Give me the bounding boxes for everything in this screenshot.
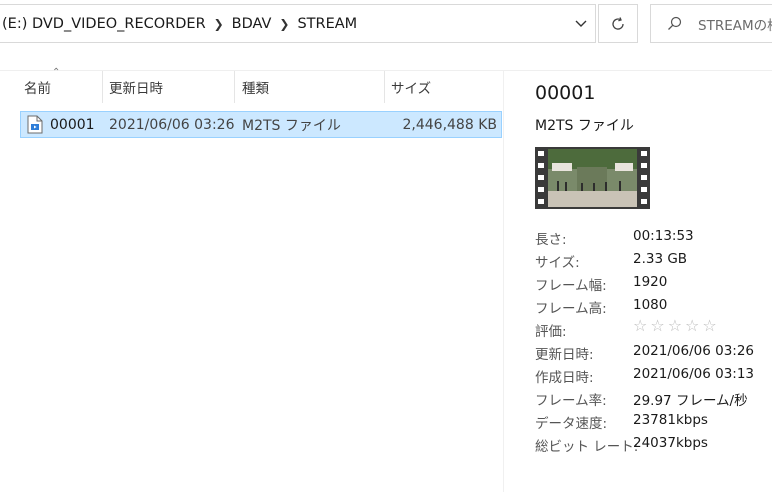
search-input[interactable]: STREAMの検: [650, 4, 772, 43]
video-file-icon: [27, 115, 43, 134]
file-date: 2021/06/06 03:26: [109, 116, 235, 133]
video-thumbnail: [535, 147, 650, 209]
property-label-created: 作成日時:: [535, 370, 594, 386]
property-label-length: 長さ:: [535, 232, 567, 248]
address-row: (E:) DVD_VIDEO_RECORDER ❯ BDAV ❯ STREAM …: [0, 0, 772, 46]
property-label-modified: 更新日時:: [535, 347, 594, 363]
breadcrumb-bdav[interactable]: BDAV: [232, 16, 272, 32]
search-placeholder: STREAMの検: [698, 17, 772, 34]
property-value-size: 2.33 GB: [633, 251, 688, 267]
address-history-dropdown[interactable]: [566, 4, 596, 43]
property-value-total-bitrate: 24037kbps: [633, 435, 708, 451]
file-size: 2,446,488 KB: [402, 116, 498, 133]
property-value-frame-height: 1080: [633, 297, 668, 313]
details-title: 00001: [535, 82, 596, 104]
column-header-name[interactable]: 名前: [24, 71, 102, 103]
property-label-rating: 評価:: [535, 324, 567, 340]
property-value-modified: 2021/06/06 03:26: [633, 343, 755, 359]
property-value-created: 2021/06/06 03:13: [633, 366, 755, 382]
details-pane-divider[interactable]: [503, 71, 504, 492]
star-rating-icon[interactable]: ☆☆☆☆☆: [633, 316, 720, 335]
breadcrumb-drive[interactable]: (E:) DVD_VIDEO_RECORDER: [0, 16, 206, 32]
column-divider[interactable]: [384, 71, 385, 103]
property-label-frame-height: フレーム高:: [535, 301, 607, 317]
column-header-date-label: 更新日時: [109, 81, 163, 97]
column-header-size-label: サイズ: [391, 81, 432, 97]
column-divider[interactable]: [234, 71, 235, 103]
property-value-frame-rate: 29.97 フレーム/秒: [633, 393, 748, 409]
column-header-date[interactable]: 更新日時: [109, 71, 234, 103]
property-value-data-rate: 23781kbps: [633, 412, 708, 428]
column-header-type[interactable]: 種類: [242, 71, 384, 103]
property-label-frame-width: フレーム幅:: [535, 278, 607, 294]
property-label-size: サイズ:: [535, 255, 580, 271]
column-header-size[interactable]: サイズ: [391, 71, 501, 103]
refresh-button[interactable]: [598, 4, 638, 43]
refresh-icon: [612, 16, 624, 30]
property-value-frame-width: 1920: [633, 274, 668, 290]
details-file-type: M2TS ファイル: [535, 118, 634, 134]
column-header-name-label: 名前: [24, 81, 51, 97]
property-label-frame-rate: フレーム率:: [535, 393, 607, 409]
chevron-right-icon[interactable]: ❯: [206, 17, 232, 31]
file-name: 00001: [50, 116, 95, 133]
property-label-data-rate: データ速度:: [535, 416, 608, 432]
chevron-down-icon: [575, 20, 587, 27]
property-value-length: 00:13:53: [633, 228, 694, 244]
file-type: M2TS ファイル: [242, 117, 341, 134]
address-bar[interactable]: (E:) DVD_VIDEO_RECORDER ❯ BDAV ❯ STREAM: [0, 4, 596, 43]
column-divider[interactable]: [102, 71, 103, 103]
property-label-total-bitrate: 総ビット レート:: [535, 439, 639, 455]
breadcrumb-stream[interactable]: STREAM: [297, 16, 357, 32]
column-header-type-label: 種類: [242, 81, 269, 97]
search-icon: [667, 16, 682, 31]
file-row[interactable]: 00001 2021/06/06 03:26 M2TS ファイル 2,446,4…: [20, 111, 502, 138]
chevron-right-icon[interactable]: ❯: [271, 17, 297, 31]
